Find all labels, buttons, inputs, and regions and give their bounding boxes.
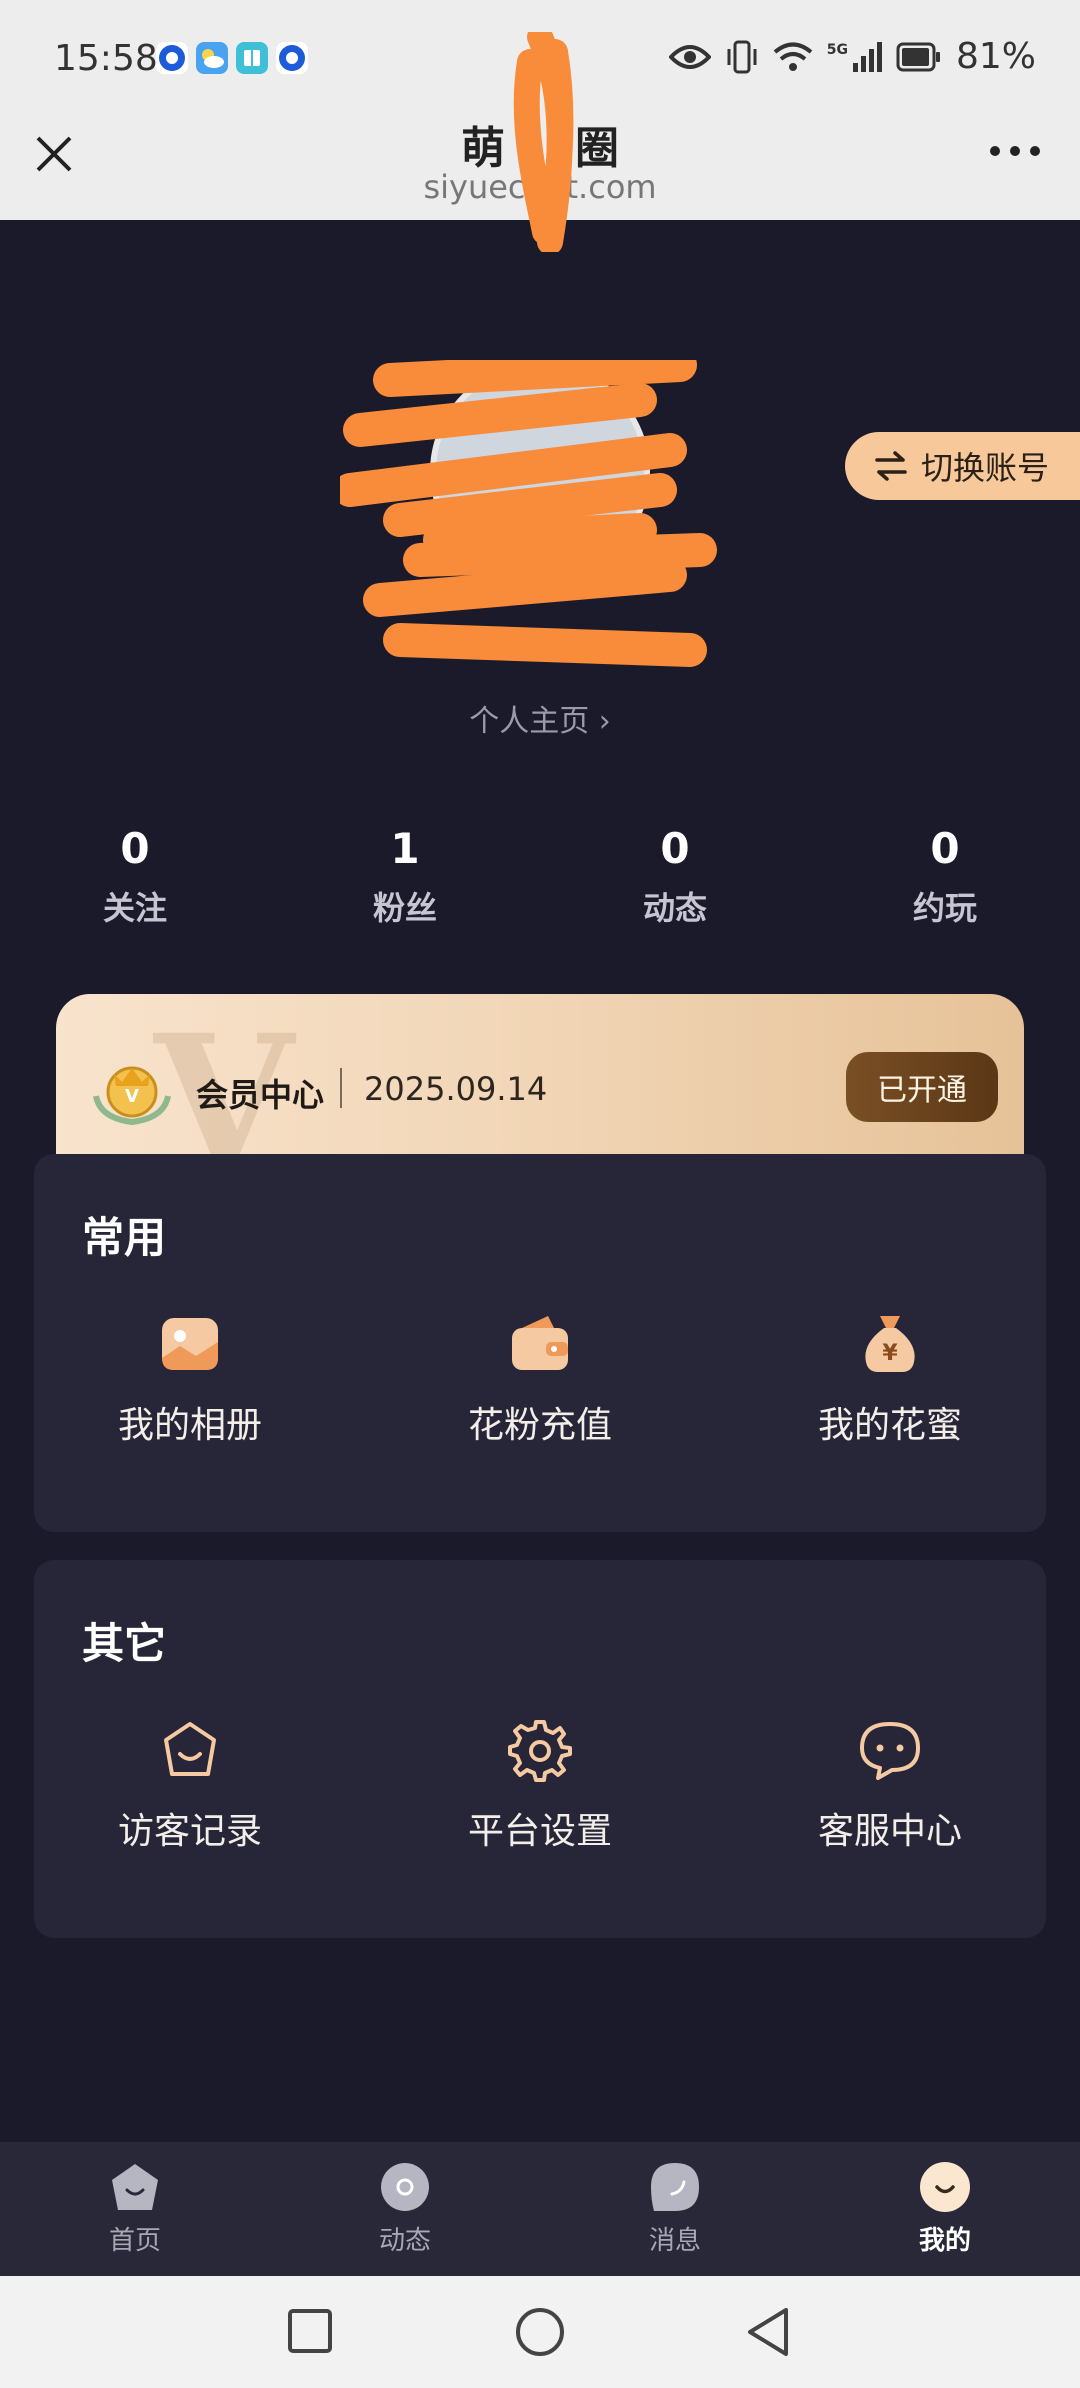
- tab-messages[interactable]: 消息: [595, 2160, 755, 2257]
- visitor-records-item[interactable]: 访客记录: [70, 1718, 310, 1854]
- tab-moments[interactable]: 动态: [325, 2160, 485, 2257]
- signal-icon: [852, 41, 882, 73]
- bottom-tab-bar: 首页 动态 消息 我的: [0, 2142, 1080, 2276]
- photo-album-icon: [162, 1318, 218, 1370]
- my-album-item[interactable]: 我的相册: [70, 1312, 310, 1448]
- vibrate-icon: [725, 39, 759, 75]
- member-expiry-date: 2025.09.14: [364, 1070, 548, 1108]
- svg-text:V: V: [125, 1086, 139, 1107]
- section-title: 其它: [82, 1619, 167, 1668]
- message-icon: [651, 2163, 699, 2211]
- network-type: 5G: [826, 41, 848, 58]
- settings-gear-icon: [508, 1720, 572, 1782]
- stat-following[interactable]: 0 关注: [55, 824, 215, 929]
- switch-account-button[interactable]: 切换账号: [845, 432, 1080, 500]
- common-section: 常用 我的相册 花粉充值 ¥ 我的花蜜: [34, 1154, 1046, 1532]
- notification-app-icon: [276, 42, 308, 74]
- member-center-title: 会员中心: [196, 1076, 325, 1114]
- platform-settings-item[interactable]: 平台设置: [420, 1718, 660, 1854]
- stats-row: 0 关注 1 粉丝 0 动态 0 约玩: [0, 824, 1080, 934]
- divider: [340, 1068, 342, 1108]
- system-navigation-bar: [0, 2276, 1080, 2388]
- recharge-item[interactable]: 花粉充值: [420, 1312, 660, 1448]
- wallet-icon: [512, 1316, 568, 1370]
- home-circle-icon[interactable]: [514, 2306, 566, 2358]
- chat-bubble-icon: [860, 1722, 920, 1780]
- more-menu-icon[interactable]: [990, 146, 1040, 156]
- me-icon: [920, 2162, 970, 2212]
- battery-icon: [896, 42, 942, 72]
- eye-icon: [668, 43, 711, 71]
- recent-apps-icon[interactable]: [285, 2306, 335, 2356]
- status-time: 15:58: [54, 38, 158, 79]
- stat-posts[interactable]: 0 动态: [595, 824, 755, 929]
- visitor-icon: [164, 1722, 216, 1776]
- customer-service-item[interactable]: 客服中心: [770, 1718, 1010, 1854]
- member-center-card[interactable]: V V 会员中心 2025.09.14 已开通: [56, 994, 1024, 1164]
- battery-percent: 81%: [955, 36, 1036, 77]
- redaction-scribble: [340, 360, 717, 667]
- svg-text:¥: ¥: [882, 1341, 898, 1366]
- weather-app-icon: [196, 42, 228, 74]
- home-icon: [112, 2164, 158, 2210]
- wifi-icon: [773, 41, 813, 73]
- other-section: 其它 访客记录 平台设置 客服中心: [34, 1560, 1046, 1938]
- stat-followers[interactable]: 1 粉丝: [325, 824, 485, 929]
- my-nectar-item[interactable]: ¥ 我的花蜜: [770, 1312, 1010, 1448]
- redaction-scribble: [513, 32, 574, 252]
- reader-app-icon: [236, 42, 268, 74]
- money-bag-icon: ¥: [865, 1316, 915, 1372]
- stat-dates[interactable]: 0 约玩: [865, 824, 1025, 929]
- tab-home[interactable]: 首页: [55, 2160, 215, 2257]
- vip-crown-badge-icon: V: [93, 1066, 171, 1126]
- activated-button[interactable]: 已开通: [846, 1052, 998, 1122]
- browser-header: 萌圈 siyuec t.com: [0, 32, 1080, 252]
- moments-icon: [381, 2163, 429, 2211]
- tab-me[interactable]: 我的: [865, 2160, 1025, 2257]
- section-title: 常用: [82, 1213, 167, 1262]
- back-icon[interactable]: [744, 2306, 792, 2358]
- swap-icon: [875, 451, 907, 481]
- profile-homepage-link[interactable]: 个人主页 ›: [0, 696, 1080, 740]
- notification-app-icon: [156, 42, 188, 74]
- switch-account-label: 切换账号: [921, 449, 1050, 487]
